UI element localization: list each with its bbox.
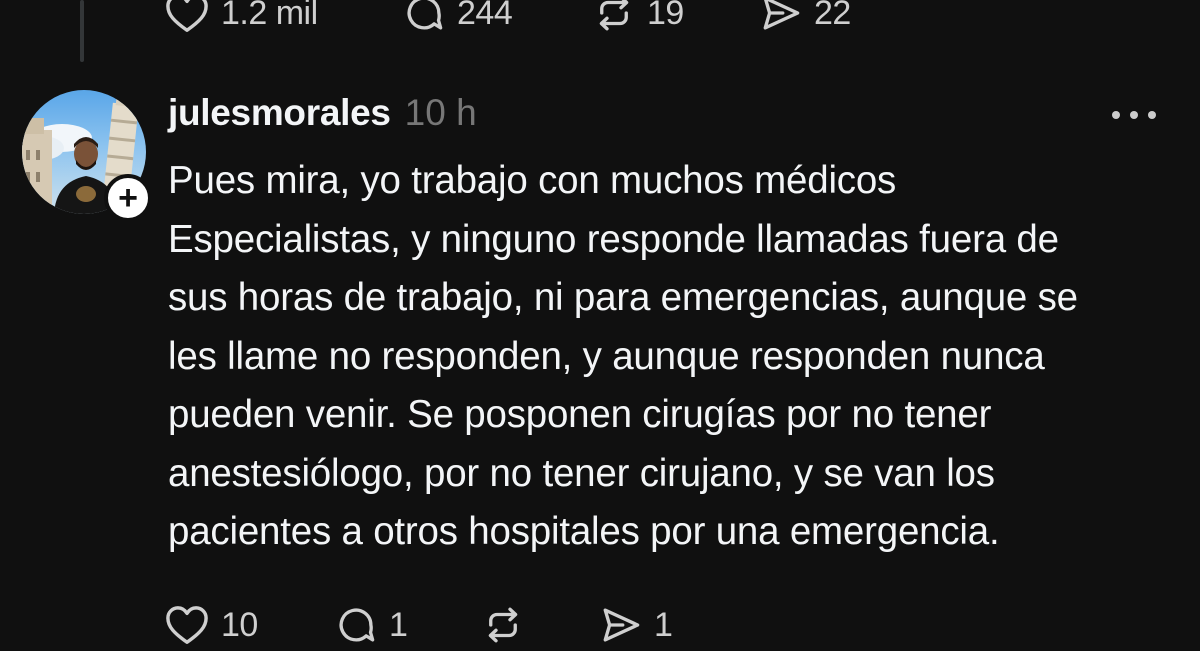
repost-button[interactable]: 19 [593, 0, 760, 34]
username-link[interactable]: julesmorales [168, 92, 391, 134]
post-body-line: sus horas de trabajo, ni para emergencia… [168, 276, 1078, 319]
thread-connector-line [80, 0, 84, 62]
post-body-line: pueden venir. Se posponen cirugías por n… [168, 393, 992, 436]
repost-button[interactable] [482, 604, 600, 646]
reply-button[interactable]: 1 [335, 604, 482, 646]
post-body-line: anestesiólogo, por no tener cirujano, y … [168, 451, 995, 495]
repost-arrows-icon [593, 0, 635, 34]
share-count: 1 [654, 605, 673, 644]
reply-count: 244 [457, 0, 513, 32]
reply-button[interactable]: 244 [403, 0, 593, 34]
share-count: 22 [814, 0, 851, 32]
send-paper-plane-icon [760, 0, 802, 34]
more-dots-icon [1148, 111, 1156, 119]
speech-bubble-icon [403, 0, 445, 34]
like-button[interactable]: 10 [165, 605, 335, 645]
previous-post-actions: 1.2 mil 244 19 22 [165, 0, 851, 44]
like-button[interactable]: 1.2 mil [165, 0, 403, 33]
more-dots-icon [1112, 111, 1120, 119]
share-button[interactable]: 22 [760, 0, 851, 34]
more-dots-icon [1130, 111, 1138, 119]
send-paper-plane-icon [600, 604, 642, 646]
post-body: Pues mira, yo trabajo con muchos médicos… [168, 152, 1168, 562]
post-header: julesmorales 10 h [168, 92, 477, 134]
speech-bubble-icon [335, 604, 377, 646]
threads-screen: 1.2 mil 244 19 22 + julesmorales 10 h Pu… [0, 0, 1200, 651]
post-body-line: pacientes a otros hospitales por una eme… [168, 510, 1000, 553]
like-count: 1.2 mil [221, 0, 318, 32]
heart-icon [165, 0, 209, 33]
post-body-line: les llame no responden, y aunque respond… [168, 334, 1045, 378]
repost-arrows-icon [482, 604, 524, 646]
post-actions: 10 1 1 [165, 596, 673, 651]
post-body-line: Pues mira, yo trabajo con muchos médicos [168, 159, 897, 202]
more-options-button[interactable] [1112, 100, 1156, 130]
repost-count: 19 [647, 0, 684, 32]
share-button[interactable]: 1 [600, 604, 673, 646]
reply-count: 1 [389, 605, 408, 644]
like-count: 10 [221, 605, 258, 644]
heart-icon [165, 605, 209, 645]
post-timestamp: 10 h [404, 92, 477, 133]
avatar-container[interactable]: + [22, 90, 152, 222]
follow-plus-button[interactable]: + [104, 174, 152, 222]
post-body-line: Especialistas, y ninguno responde llamad… [168, 217, 1059, 261]
